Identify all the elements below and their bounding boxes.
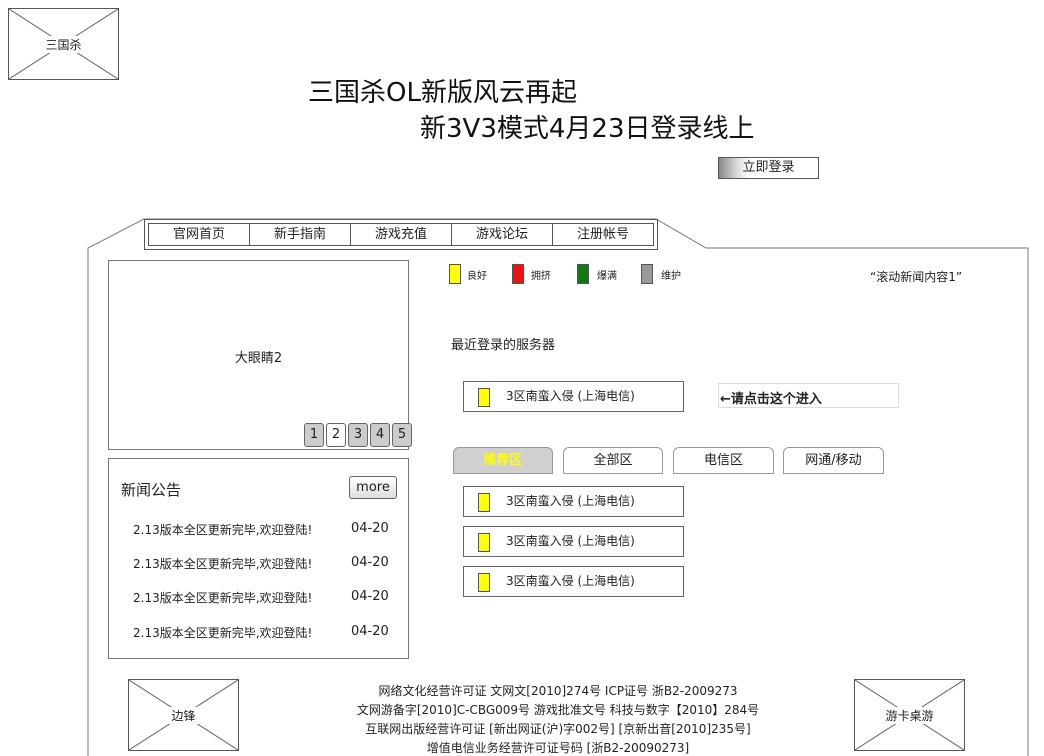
news-title: 新闻公告	[121, 481, 182, 499]
footer-left-logo-label: 边锋	[169, 706, 198, 724]
footer-left-logo[interactable]: 边锋	[128, 679, 239, 751]
status-busy-swatch	[512, 264, 524, 284]
nav-item-guide[interactable]: 新手指南	[250, 224, 351, 245]
news-item[interactable]: 2.13版本全区更新完毕,欢迎登陆!	[133, 521, 312, 538]
nav-item-home[interactable]: 官网首页	[149, 224, 250, 245]
logo-label: 三国杀	[43, 35, 84, 53]
recent-servers-title: 最近登录的服务器	[451, 338, 556, 353]
server-name: 3区南蛮入侵 (上海电信)	[506, 494, 635, 508]
carousel-banner[interactable]: 大眼睛2 1 2 3 4 5	[108, 260, 412, 450]
news-item[interactable]: 2.13版本全区更新完毕,欢迎登陆!	[133, 589, 312, 606]
tab-telecom[interactable]: 电信区	[673, 447, 774, 474]
server-status-swatch	[478, 573, 490, 592]
news-item[interactable]: 2.13版本全区更新完毕,欢迎登陆!	[133, 555, 312, 572]
carousel-page-3[interactable]: 3	[348, 423, 368, 447]
carousel-page-4[interactable]: 4	[370, 423, 390, 447]
status-full-swatch	[577, 264, 589, 284]
status-maintenance-swatch	[641, 264, 653, 284]
server-item[interactable]: 3区南蛮入侵 (上海电信)	[463, 566, 684, 597]
status-busy-label: 拥挤	[531, 271, 551, 282]
tab-netcom-mobile[interactable]: 网通/移动	[783, 447, 884, 474]
server-status-swatch	[478, 388, 490, 407]
footer-right-logo[interactable]: 游卡桌游	[854, 679, 965, 751]
nav-item-forum[interactable]: 游戏论坛	[452, 224, 553, 245]
news-date: 04-20	[351, 521, 389, 536]
server-status-swatch	[478, 533, 490, 552]
main-nav: 官网首页 新手指南 游戏充值 游戏论坛 注册帐号	[144, 219, 658, 250]
tab-recommended[interactable]: 推荐区	[453, 447, 553, 474]
server-name: 3区南蛮入侵 (上海电信)	[506, 389, 635, 403]
tab-all[interactable]: 全部区	[563, 447, 663, 474]
news-more-button[interactable]: more	[349, 476, 397, 499]
news-date: 04-20	[351, 624, 389, 639]
news-date: 04-20	[351, 555, 389, 570]
server-item[interactable]: 3区南蛮入侵 (上海电信)	[463, 486, 684, 517]
server-name: 3区南蛮入侵 (上海电信)	[506, 574, 635, 588]
nav-item-register[interactable]: 注册帐号	[553, 224, 653, 245]
server-name: 3区南蛮入侵 (上海电信)	[506, 534, 635, 548]
news-date: 04-20	[351, 589, 389, 604]
server-status-swatch	[478, 493, 490, 512]
hint-text: ←请点击这个进入	[720, 392, 822, 407]
recent-server-button[interactable]: 3区南蛮入侵 (上海电信)	[463, 381, 684, 412]
status-good-label: 良好	[467, 271, 487, 282]
carousel-page-5[interactable]: 5	[392, 423, 412, 447]
carousel-page-2[interactable]: 2	[326, 423, 346, 447]
news-panel: 新闻公告 more 2.13版本全区更新完毕,欢迎登陆! 04-20 2.13版…	[108, 458, 409, 659]
server-item[interactable]: 3区南蛮入侵 (上海电信)	[463, 526, 684, 557]
carousel-pager: 1 2 3 4 5	[304, 423, 412, 447]
status-good-swatch	[449, 264, 461, 284]
recent-server-hint: ←请点击这个进入	[718, 383, 899, 408]
nav-item-recharge[interactable]: 游戏充值	[351, 224, 452, 245]
news-item[interactable]: 2.13版本全区更新完毕,欢迎登陆!	[133, 624, 312, 641]
carousel-page-1[interactable]: 1	[304, 423, 324, 447]
status-maintenance-label: 维护	[661, 271, 681, 282]
news-ticker[interactable]: “滚动新闻内容1”	[870, 268, 962, 285]
status-full-label: 爆满	[597, 271, 617, 282]
footer-right-logo-label: 游卡桌游	[883, 706, 936, 724]
carousel-label: 大眼睛2	[234, 351, 283, 366]
logo-placeholder[interactable]: 三国杀	[8, 8, 119, 80]
